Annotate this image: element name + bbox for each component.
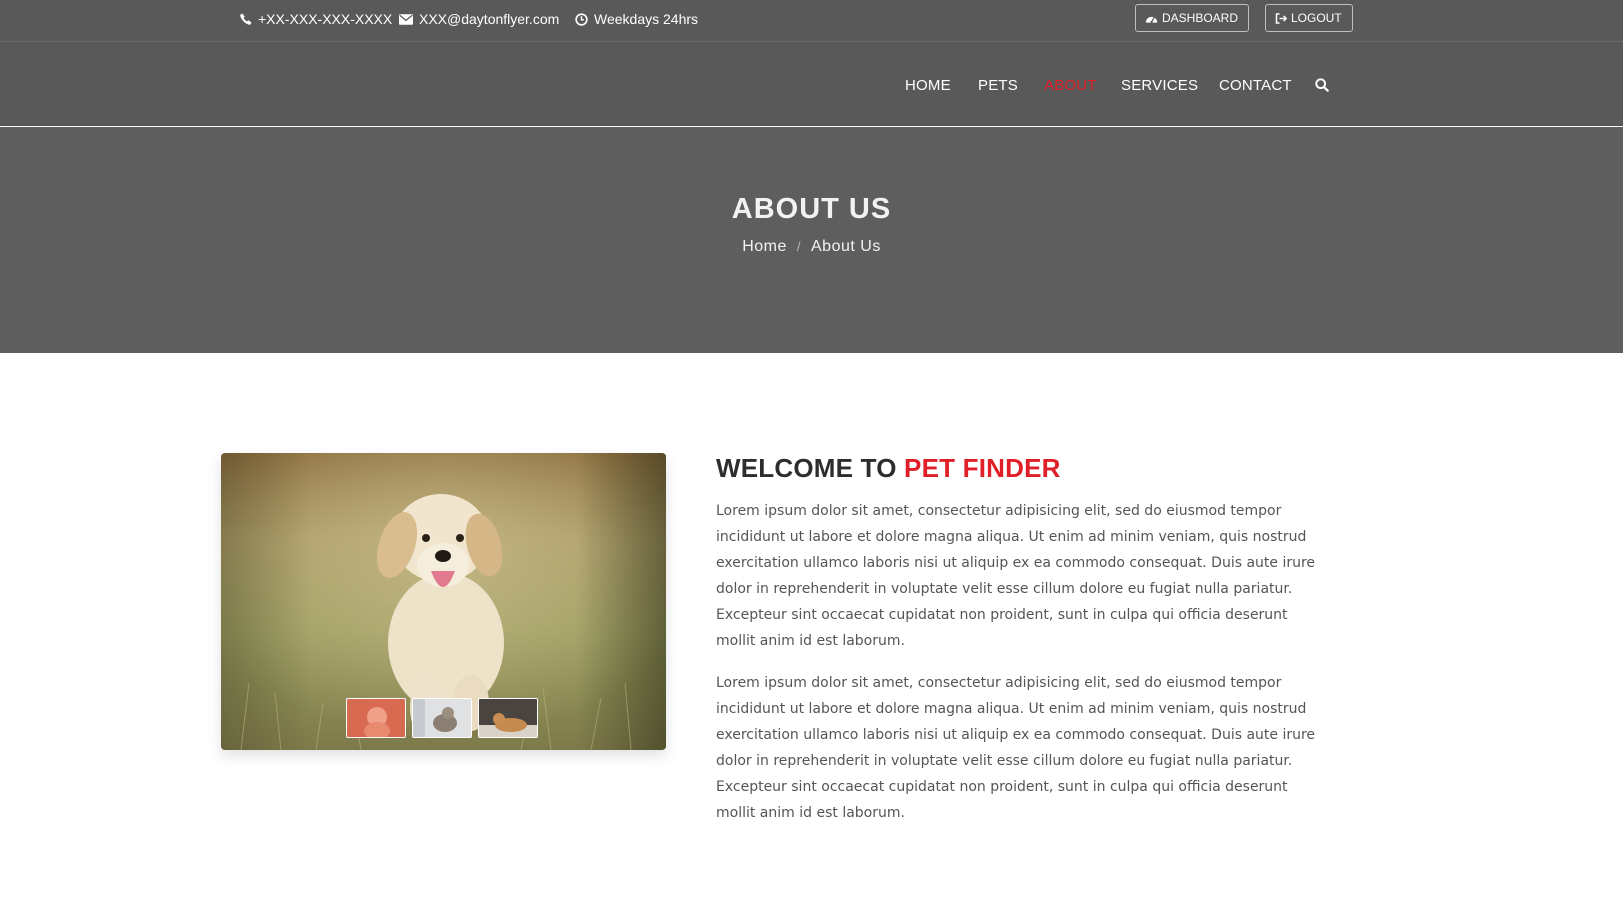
nav-about[interactable]: ABOUT — [1044, 77, 1097, 94]
breadcrumb: Home / About Us — [0, 238, 1623, 256]
gallery-thumbnail-cat[interactable] — [412, 698, 472, 738]
hours-contact: Weekdays 24hrs — [575, 11, 698, 27]
email-contact: XXX@daytonflyer.com — [399, 11, 559, 27]
dashboard-icon — [1145, 16, 1158, 23]
dashboard-button[interactable]: DASHBOARD — [1135, 4, 1250, 32]
breadcrumb-separator: / — [796, 239, 801, 254]
top-info-bar: +XX-XXX-XXX-XXXX XXX@daytonflyer.com Wee… — [0, 0, 1623, 42]
phone-contact: +XX-XXX-XXX-XXXX — [240, 11, 392, 27]
nav-home[interactable]: HOME — [905, 77, 951, 94]
welcome-highlight: PET FINDER — [904, 453, 1061, 483]
breadcrumb-home-link[interactable]: Home — [742, 238, 787, 255]
gallery-thumbnail-dog[interactable] — [346, 698, 406, 738]
cat-thumbnail-image — [413, 699, 471, 737]
working-hours: Weekdays 24hrs — [594, 11, 699, 27]
nav-pets[interactable]: PETS — [978, 77, 1018, 94]
dashboard-label: DASHBOARD — [1162, 11, 1239, 25]
page-title: ABOUT US — [731, 193, 892, 225]
nav-contact[interactable]: CONTACT — [1219, 77, 1292, 94]
search-icon — [1315, 78, 1329, 92]
phone-number: +XX-XXX-XXX-XXXX — [258, 11, 393, 27]
sign-out-icon — [1275, 12, 1287, 24]
phone-icon — [240, 13, 252, 25]
logout-label: LOGOUT — [1291, 11, 1342, 25]
breadcrumb-current: About Us — [811, 238, 881, 255]
cat-lying-thumbnail-image — [479, 699, 537, 737]
clock-icon — [575, 12, 588, 26]
about-photo-slider[interactable] — [221, 453, 666, 750]
welcome-heading: WELCOME TO PET FINDER — [716, 453, 1061, 484]
nav-services[interactable]: SERVICES — [1121, 77, 1198, 94]
about-paragraph-2: Lorem ipsum dolor sit amet, consectetur … — [716, 675, 1316, 821]
logout-button[interactable]: LOGOUT — [1265, 4, 1353, 32]
dog-thumbnail-image — [347, 699, 405, 737]
email-address: XXX@daytonflyer.com — [419, 11, 560, 27]
envelope-icon — [399, 13, 413, 25]
welcome-prefix: WELCOME TO — [716, 453, 905, 483]
gallery-thumbnail-cat-lying[interactable] — [478, 698, 538, 738]
main-navbar: HOME PETS ABOUT SERVICES CONTACT — [0, 42, 1623, 126]
nav-search-button[interactable] — [1315, 78, 1329, 97]
page-header: ABOUT US Home / About Us — [0, 127, 1623, 353]
about-paragraph-1: Lorem ipsum dolor sit amet, consectetur … — [716, 503, 1316, 649]
